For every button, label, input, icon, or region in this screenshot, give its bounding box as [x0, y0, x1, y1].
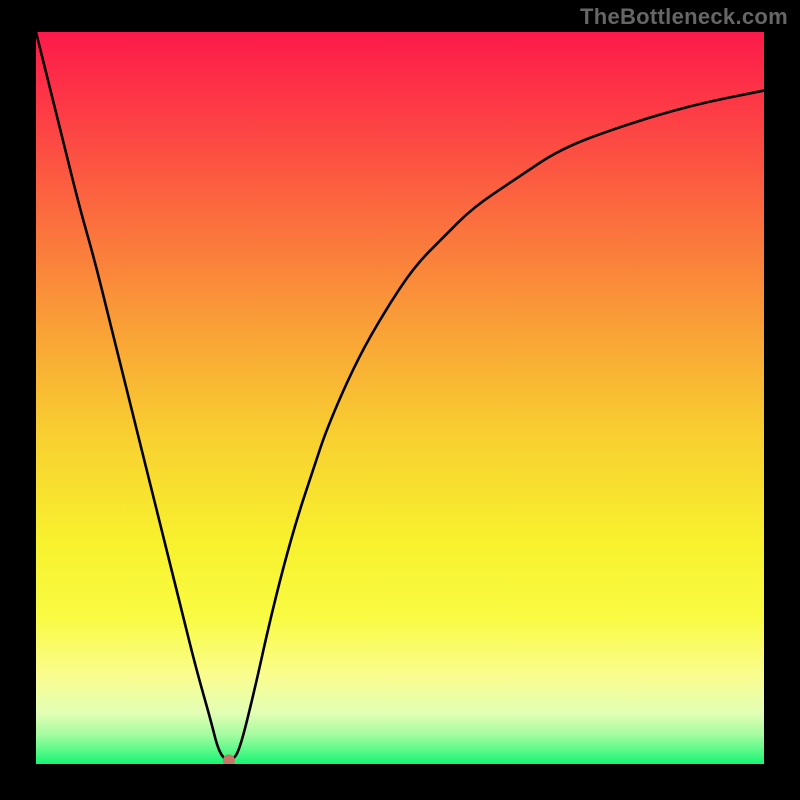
watermark-text: TheBottleneck.com [580, 4, 788, 30]
chart-frame: TheBottleneck.com [0, 0, 800, 800]
plot-area [36, 32, 764, 764]
curve-line [36, 32, 764, 760]
minimum-marker [223, 754, 235, 764]
bottleneck-curve [36, 32, 764, 764]
